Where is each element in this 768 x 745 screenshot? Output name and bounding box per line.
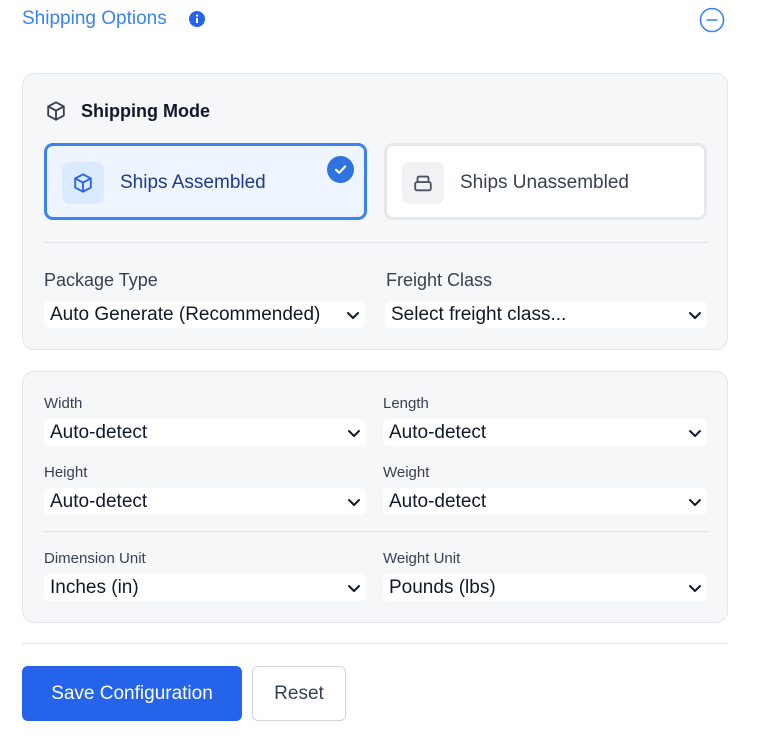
ships-assembled-icon-wrap: [62, 162, 104, 204]
weight-unit-label: Weight Unit: [383, 550, 461, 567]
width-value: Auto-detect: [50, 422, 148, 443]
chevron-down-icon: [348, 430, 360, 437]
package-type-select[interactable]: Auto Generate (Recommended): [44, 301, 365, 328]
length-select[interactable]: Auto-detect: [383, 419, 707, 446]
length-value: Auto-detect: [389, 422, 487, 443]
dimension-unit-label: Dimension Unit: [44, 550, 146, 567]
section-title: Shipping Options: [22, 8, 167, 29]
ships-unassembled-icon-wrap: [402, 162, 444, 204]
package-type-label: Package Type: [44, 270, 158, 290]
section-header: Shipping Options: [22, 6, 728, 36]
shipping-mode-title: Shipping Mode: [81, 101, 210, 121]
width-label: Width: [44, 395, 83, 412]
box-icon: [74, 173, 92, 193]
freight-class-value: Select freight class...: [391, 304, 567, 325]
weight-label: Weight: [383, 464, 430, 481]
dimensions-divider: [44, 531, 708, 532]
weight-value: Auto-detect: [389, 491, 487, 512]
save-configuration-button[interactable]: Save Configuration: [22, 666, 242, 721]
weight-unit-value: Pounds (lbs): [389, 577, 496, 598]
info-icon[interactable]: [189, 11, 205, 27]
weight-select[interactable]: Auto-detect: [383, 488, 707, 515]
chevron-down-icon: [689, 312, 701, 319]
chevron-down-icon: [347, 312, 359, 319]
length-label: Length: [383, 395, 429, 412]
footer-divider: [22, 643, 728, 644]
package-type-value: Auto Generate (Recommended): [50, 304, 321, 325]
ships-unassembled-label: Ships Unassembled: [460, 172, 629, 193]
height-label: Height: [44, 464, 88, 481]
ships-assembled-option[interactable]: Ships Assembled: [44, 143, 367, 220]
chevron-down-icon: [689, 499, 701, 506]
box-icon: [47, 101, 65, 121]
chevron-down-icon: [689, 585, 701, 592]
minus-circle-icon[interactable]: [699, 7, 725, 33]
reset-button[interactable]: Reset: [252, 666, 346, 721]
dimension-unit-select[interactable]: Inches (in): [44, 574, 366, 601]
chevron-down-icon: [348, 499, 360, 506]
card-divider: [44, 242, 708, 243]
dimension-unit-value: Inches (in): [50, 577, 139, 598]
height-select[interactable]: Auto-detect: [44, 488, 366, 515]
chevron-down-icon: [348, 585, 360, 592]
ships-unassembled-option[interactable]: Ships Unassembled: [384, 143, 707, 220]
stacked-boxes-icon: [414, 175, 432, 192]
check-circle-icon: [327, 156, 354, 183]
weight-unit-select[interactable]: Pounds (lbs): [383, 574, 707, 601]
freight-class-label: Freight Class: [386, 270, 493, 290]
dimensions-card: Width Auto-detect Length Auto-detect Hei…: [22, 371, 728, 623]
width-select[interactable]: Auto-detect: [44, 419, 366, 446]
freight-class-select[interactable]: Select freight class...: [385, 301, 707, 328]
shipping-mode-card: Shipping Mode Ships Assembled Ships Unas…: [22, 73, 728, 350]
chevron-down-icon: [689, 430, 701, 437]
height-value: Auto-detect: [50, 491, 148, 512]
ships-assembled-label: Ships Assembled: [120, 172, 266, 193]
